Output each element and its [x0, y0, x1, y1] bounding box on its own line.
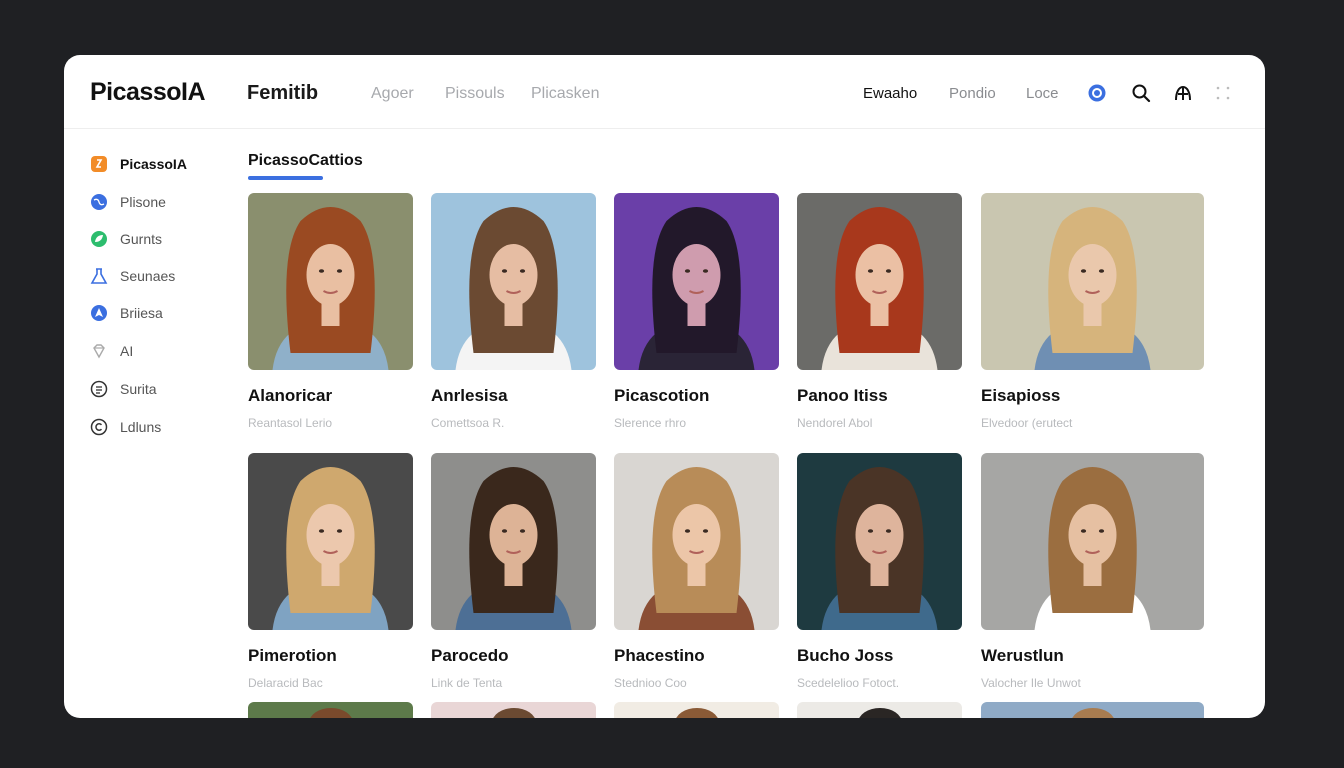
header-link-3[interactable]: Loce	[1026, 85, 1059, 102]
sidebar-item-label: Gurnts	[120, 231, 163, 247]
app-title: Femitib	[247, 82, 319, 104]
document-icon	[90, 380, 108, 398]
sidebar-item-label: AI	[120, 343, 134, 359]
portrait-subtitle: Scedelelioo Fotoct.	[797, 676, 900, 690]
sidebar-item-surita[interactable]: Surita	[90, 378, 157, 400]
sidebar-item-ai[interactable]: AI	[90, 340, 133, 362]
portrait-image	[431, 453, 596, 630]
portrait-subtitle: Slerence rhro	[614, 416, 687, 430]
portrait-name: Alanoricar	[248, 386, 333, 405]
portrait-name: Bucho Joss	[797, 646, 894, 665]
portrait-image	[614, 453, 779, 630]
header-link-1[interactable]: Ewaaho	[863, 85, 917, 102]
portrait-name: Pimerotion	[248, 646, 337, 665]
portrait-card[interactable]: Picascotion Slerence rhro	[614, 193, 779, 430]
sidebar-item-briiesa[interactable]: Briiesa	[90, 302, 163, 324]
copyright-icon	[90, 418, 108, 436]
section-title: PicassoCattios	[248, 152, 363, 169]
sidebar-item-seunaes[interactable]: Seunaes	[90, 265, 175, 287]
portrait-card-partial[interactable]	[797, 702, 962, 718]
top-bar: PicassoIA Femitib Agoer Pissouls Plicask…	[64, 55, 1265, 129]
portrait-name: Picascotion	[614, 386, 710, 405]
portrait-image	[614, 193, 779, 370]
portrait-image	[674, 708, 719, 718]
sidebar: PicassoIA Plisone Gurnts Seunaes Briiesa	[64, 129, 229, 718]
portrait-image	[981, 453, 1204, 630]
sidebar-item-ldluns[interactable]: Ldluns	[90, 416, 161, 438]
portrait-image	[981, 193, 1204, 370]
portrait-card[interactable]: Phacestino Stednioo Coo	[614, 453, 779, 690]
portrait-name: Panoo Itiss	[797, 386, 888, 405]
nav-link-1[interactable]: Agoer	[371, 85, 414, 103]
portrait-subtitle: Reantasol Lerio	[248, 416, 333, 430]
sidebar-item-picassoia[interactable]: PicassoIA	[90, 153, 187, 175]
portrait-subtitle: Link de Tenta	[431, 676, 503, 690]
portrait-name: Anrlesisa	[431, 386, 508, 405]
portrait-card[interactable]: Anrlesisa Comettsoa R.	[431, 193, 596, 430]
sidebar-item-label: Briiesa	[120, 305, 163, 321]
nav-link-3[interactable]: Plicasken	[531, 85, 599, 103]
header-link-2[interactable]: Pondio	[949, 85, 996, 102]
portrait-image	[857, 708, 902, 718]
portrait-subtitle: Nendorel Abol	[797, 416, 873, 430]
portrait-image	[797, 453, 962, 630]
profile-spark-icon[interactable]	[1173, 83, 1193, 103]
sidebar-item-label: Plisone	[120, 194, 166, 210]
portrait-card-partial[interactable]	[248, 702, 413, 718]
portrait-subtitle: Stednioo Coo	[614, 676, 687, 690]
sidebar-item-label: Surita	[120, 381, 157, 397]
portrait-card[interactable]: Panoo Itiss Nendorel Abol	[797, 193, 962, 430]
portrait-image	[797, 193, 962, 370]
more-icon[interactable]	[1213, 83, 1233, 103]
globe-icon	[90, 193, 108, 211]
portrait-card-partial[interactable]	[981, 702, 1204, 718]
sidebar-item-gurnts[interactable]: Gurnts	[90, 228, 162, 250]
portrait-image	[308, 708, 353, 718]
portrait-image	[248, 193, 413, 370]
portrait-image	[491, 708, 536, 718]
portrait-subtitle: Comettsoa R.	[431, 416, 505, 430]
sidebar-item-label: Seunaes	[120, 268, 176, 284]
portrait-name: Werustlun	[981, 646, 1064, 665]
section-tab-indicator	[248, 176, 323, 180]
nav-link-2[interactable]: Pissouls	[445, 85, 505, 103]
portrait-subtitle: Delaracid Bac	[248, 676, 323, 690]
app-window: PicassoIA Femitib Agoer Pissouls Plicask…	[64, 55, 1265, 718]
portrait-card-partial[interactable]	[431, 702, 596, 718]
sidebar-item-label: PicassoIA	[120, 156, 187, 172]
portrait-card-partial[interactable]	[614, 702, 779, 718]
brand-square-icon	[90, 155, 108, 173]
portrait-card[interactable]: Parocedo Link de Tenta	[431, 453, 596, 690]
portrait-card[interactable]: Eisapioss Elvedoor (erutect	[981, 193, 1204, 430]
sidebar-item-plisone[interactable]: Plisone	[90, 191, 166, 213]
portrait-name: Phacestino	[614, 646, 705, 665]
portrait-card[interactable]: Bucho Joss Scedelelioo Fotoct.	[797, 453, 962, 690]
portrait-image	[248, 453, 413, 630]
portrait-card[interactable]: Pimerotion Delaracid Bac	[248, 453, 413, 690]
navigation-icon	[90, 304, 108, 322]
sidebar-item-label: Ldluns	[120, 419, 162, 435]
portrait-subtitle: Elvedoor (erutect	[981, 416, 1073, 430]
portrait-name: Parocedo	[431, 646, 509, 665]
circle-badge-icon[interactable]	[1087, 83, 1107, 103]
leaf-icon	[90, 230, 108, 248]
logo[interactable]: PicassoIA	[90, 78, 206, 107]
portrait-subtitle: Valocher Ile Unwot	[981, 676, 1081, 690]
portrait-image	[431, 193, 596, 370]
flask-icon	[90, 267, 108, 285]
search-icon[interactable]	[1131, 83, 1151, 103]
portrait-card[interactable]: Werustlun Valocher Ile Unwot	[981, 453, 1204, 690]
diamond-icon	[90, 342, 108, 360]
portrait-card[interactable]: Alanoricar Reantasol Lerio	[248, 193, 413, 430]
portrait-image	[1070, 708, 1115, 718]
portrait-name: Eisapioss	[981, 386, 1061, 405]
